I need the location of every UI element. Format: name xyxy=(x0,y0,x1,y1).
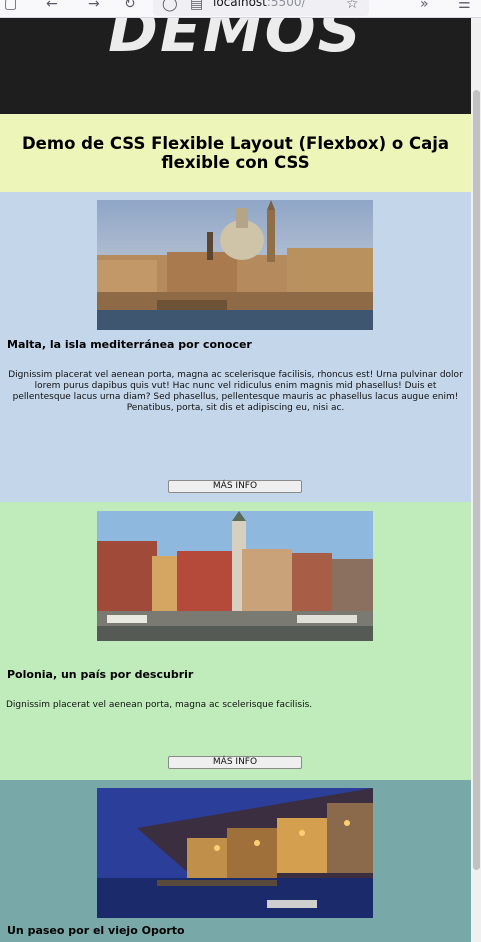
scrollbar-thumb[interactable] xyxy=(473,90,480,870)
page-icon: ▢ xyxy=(4,0,18,12)
page-title: Demo de CSS Flexible Layout (Flexbox) o … xyxy=(21,134,449,172)
oporto-photo xyxy=(97,788,373,918)
card-text: Dignissim placerat vel aenean porta, mag… xyxy=(6,700,313,710)
hero-banner: DEMOS xyxy=(0,18,471,114)
more-info-button[interactable]: MÁS INFO xyxy=(168,756,302,769)
browser-toolbar: ▢ ← → ↻ ◯ ▤ localhost:5500/ ☆ » ☰ xyxy=(0,0,481,18)
more-info-button[interactable]: MÁS INFO xyxy=(168,480,302,493)
polonia-photo xyxy=(97,511,373,641)
card-title: Un paseo por el viejo Oporto xyxy=(7,924,185,937)
page-viewport: DEMOS Demo de CSS Flexible Layout (Flexb… xyxy=(0,18,471,942)
card-malta: Malta, la isla mediterránea por conocer … xyxy=(0,192,471,502)
back-arrow-icon[interactable]: ← xyxy=(46,0,58,12)
page-heading-band: Demo de CSS Flexible Layout (Flexbox) o … xyxy=(0,114,471,192)
hamburger-menu-icon[interactable]: ☰ xyxy=(458,0,471,12)
card-title: Malta, la isla mediterránea por conocer xyxy=(7,338,252,351)
card-text: Dignissim placerat vel aenean porta, mag… xyxy=(8,370,463,413)
url-text[interactable]: localhost:5500/ xyxy=(213,0,306,9)
hero-title: DEMOS xyxy=(108,18,363,66)
card-oporto: Un paseo por el viejo Oporto xyxy=(0,780,471,942)
scrollbar[interactable] xyxy=(471,18,481,942)
page-icon-url[interactable]: ▤ xyxy=(190,0,203,12)
chevron-double-right-icon[interactable]: » xyxy=(420,0,429,12)
star-icon[interactable]: ☆ xyxy=(346,0,359,12)
card-title: Polonia, un país por descubrir xyxy=(7,668,194,681)
malta-photo xyxy=(97,200,373,330)
reload-icon[interactable]: ↻ xyxy=(124,0,136,12)
forward-arrow-icon[interactable]: → xyxy=(88,0,100,12)
card-polonia: Polonia, un país por descubrir Dignissim… xyxy=(0,502,471,780)
shield-icon[interactable]: ◯ xyxy=(162,0,178,12)
